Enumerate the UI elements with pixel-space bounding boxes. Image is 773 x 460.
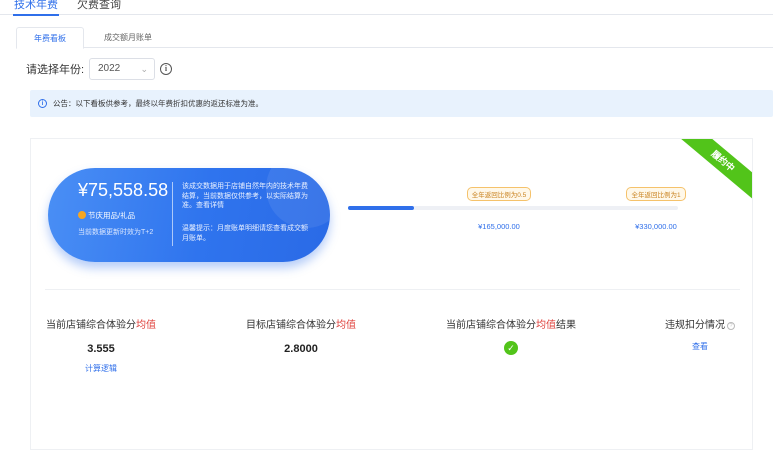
milestone-2-amount: ¥330,000.00: [635, 222, 677, 231]
stat-violation: 违规扣分情况? 查看: [655, 316, 745, 352]
progress-fill: [348, 206, 414, 210]
pill-divider: [172, 182, 173, 246]
check-icon: ✓: [504, 341, 518, 355]
stat-current-score: 当前店铺综合体验分均值 3.555 计算逻辑: [41, 316, 161, 374]
view-link[interactable]: 查看: [655, 341, 745, 352]
notice-info-icon: i: [38, 99, 47, 108]
category-label: 节庆用品/礼品: [88, 211, 136, 220]
stat-value: 2.8000: [284, 343, 318, 355]
info-icon[interactable]: i: [160, 63, 172, 75]
notice-banner: i 公告：以下看板供参考，最终以年费折扣优惠的返还标准为准。: [30, 90, 773, 117]
tab-annual-fee-board[interactable]: 年费看板: [16, 27, 84, 49]
stat-label: 当前店铺综合体验分均值结果: [446, 320, 576, 331]
tab-tech-annual-fee[interactable]: 技术年费: [13, 0, 59, 16]
stat-label: 违规扣分情况?: [655, 316, 745, 331]
milestone-2: 全年返回比例为1 ¥330,000.00: [620, 184, 692, 231]
stat-target-score: 目标店铺综合体验分均值 2.8000: [241, 316, 361, 355]
stat-label: 目标店铺综合体验分均值: [246, 320, 356, 331]
calc-logic-link[interactable]: 计算逻辑: [41, 363, 161, 374]
year-label: 请选择年份:: [26, 64, 85, 76]
annual-fee-card: 履约中 ¥75,558.58 节庆用品/礼品 当前数据更新时效为T+2 该成交数…: [30, 138, 753, 450]
year-value: 2022: [98, 63, 121, 74]
milestone-1-badge: 全年返回比例为0.5: [466, 187, 532, 201]
category-tag: 节庆用品/礼品: [78, 210, 135, 221]
summary-tip: 温馨提示：月度账单明细请您查看成交额月账单。: [182, 225, 308, 242]
sub-tab-bar: 年费看板 成交额月账单: [16, 27, 773, 49]
summary-description: 该成交数据用于店铺自然年内的技术年费结算，当前数据仅供参考，以实际结算为准。查看…: [182, 183, 308, 209]
sales-amount: ¥75,558.58: [78, 180, 169, 200]
question-icon[interactable]: ?: [727, 322, 735, 330]
notice-text: 公告：以下看板供参考，最终以年费折扣优惠的返还标准为准。: [53, 99, 263, 108]
milestone-1-amount: ¥165,000.00: [478, 222, 520, 231]
tab-arrears-query[interactable]: 欠费查询: [77, 0, 121, 12]
update-timeliness: 当前数据更新时效为T+2: [78, 229, 154, 236]
stat-value: 3.555: [87, 343, 115, 355]
top-tab-bar: 技术年费 欠费查询: [0, 0, 773, 16]
tab-monthly-bill[interactable]: 成交额月账单: [92, 27, 164, 48]
year-select[interactable]: 2022 ⌄: [89, 58, 155, 80]
category-dot-icon: [78, 211, 86, 219]
chevron-down-icon: ⌄: [140, 64, 148, 74]
page: 技术年费 欠费查询 年费看板 成交额月账单 请选择年份: 2022 ⌄ i i …: [0, 0, 773, 460]
milestone-2-badge: 全年返回比例为1: [626, 187, 686, 201]
card-divider: [45, 289, 740, 290]
milestone-1: 全年返回比例为0.5 ¥165,000.00: [463, 184, 535, 231]
stat-label: 当前店铺综合体验分均值: [46, 320, 156, 331]
stat-score-result: 当前店铺综合体验分均值结果 ✓: [439, 316, 583, 356]
summary-pill: ¥75,558.58 节庆用品/礼品 当前数据更新时效为T+2 该成交数据用于店…: [48, 168, 330, 262]
